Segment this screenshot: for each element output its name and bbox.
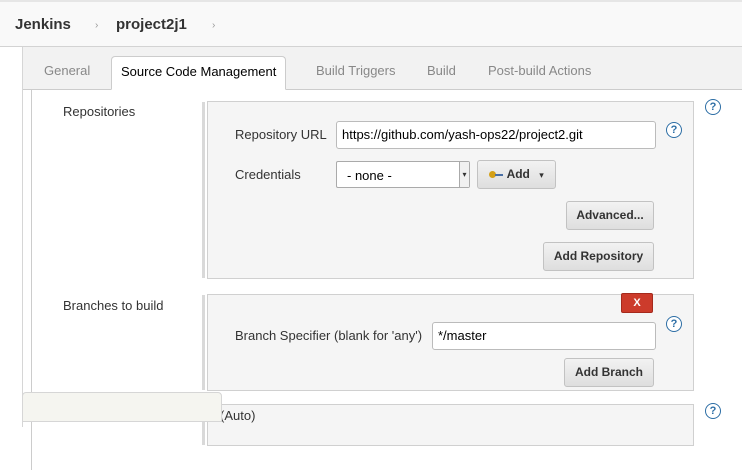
tab-build[interactable]: Build xyxy=(427,63,456,78)
breadcrumb-separator-icon[interactable]: › xyxy=(95,20,98,31)
repositories-label: Repositories xyxy=(63,104,136,119)
credentials-selected-value: - none - xyxy=(347,168,392,183)
help-repositories-icon[interactable]: ? xyxy=(705,99,721,115)
advanced-button[interactable]: Advanced... xyxy=(566,201,654,230)
repository-url-input[interactable]: https://github.com/yash-ops22/project2.g… xyxy=(336,121,656,149)
breadcrumb-jenkins[interactable]: Jenkins xyxy=(15,16,71,33)
next-row-box: (Auto) xyxy=(202,404,694,446)
tab-build-triggers[interactable]: Build Triggers xyxy=(316,63,395,78)
add-repository-button[interactable]: Add Repository xyxy=(543,242,654,271)
chevron-down-icon: ▾ xyxy=(539,170,544,180)
repository-url-label: Repository URL xyxy=(235,127,327,142)
config-panel: General Source Code Management Build Tri… xyxy=(22,47,742,470)
branch-specifier-input[interactable]: */master xyxy=(432,322,656,350)
tab-source-code-management[interactable]: Source Code Management xyxy=(111,56,287,90)
credentials-select[interactable]: - none - ▾ xyxy=(336,161,470,188)
tab-post-build-actions[interactable]: Post-build Actions xyxy=(488,63,591,78)
config-tabbar: General Source Code Management Build Tri… xyxy=(23,47,742,90)
repository-box: Repository URL https://github.com/yash-o… xyxy=(202,101,694,279)
add-branch-button[interactable]: Add Branch xyxy=(564,358,654,387)
credentials-label: Credentials xyxy=(235,167,301,182)
branches-to-build-label: Branches to build xyxy=(63,298,164,313)
tab-general[interactable]: General xyxy=(44,63,90,78)
add-credentials-button[interactable]: Add ▾ xyxy=(477,160,556,189)
delete-branch-button[interactable]: X xyxy=(621,293,653,313)
help-branch-specifier-icon[interactable]: ? xyxy=(666,316,682,332)
help-repository-url-icon[interactable]: ? xyxy=(666,122,682,138)
select-arrow-icon[interactable]: ▾ xyxy=(459,162,469,187)
floating-overlay xyxy=(22,392,222,422)
add-credentials-label: Add xyxy=(506,167,530,181)
next-row-partial-text: (Auto) xyxy=(220,408,256,423)
breadcrumb: Jenkins › project2j1 › xyxy=(0,0,742,47)
branch-specifier-label: Branch Specifier (blank for 'any') xyxy=(235,328,423,343)
breadcrumb-separator-icon[interactable]: › xyxy=(212,20,215,31)
breadcrumb-project[interactable]: project2j1 xyxy=(116,16,187,33)
branch-box: X Branch Specifier (blank for 'any') */m… xyxy=(202,293,694,391)
key-icon xyxy=(489,170,504,180)
